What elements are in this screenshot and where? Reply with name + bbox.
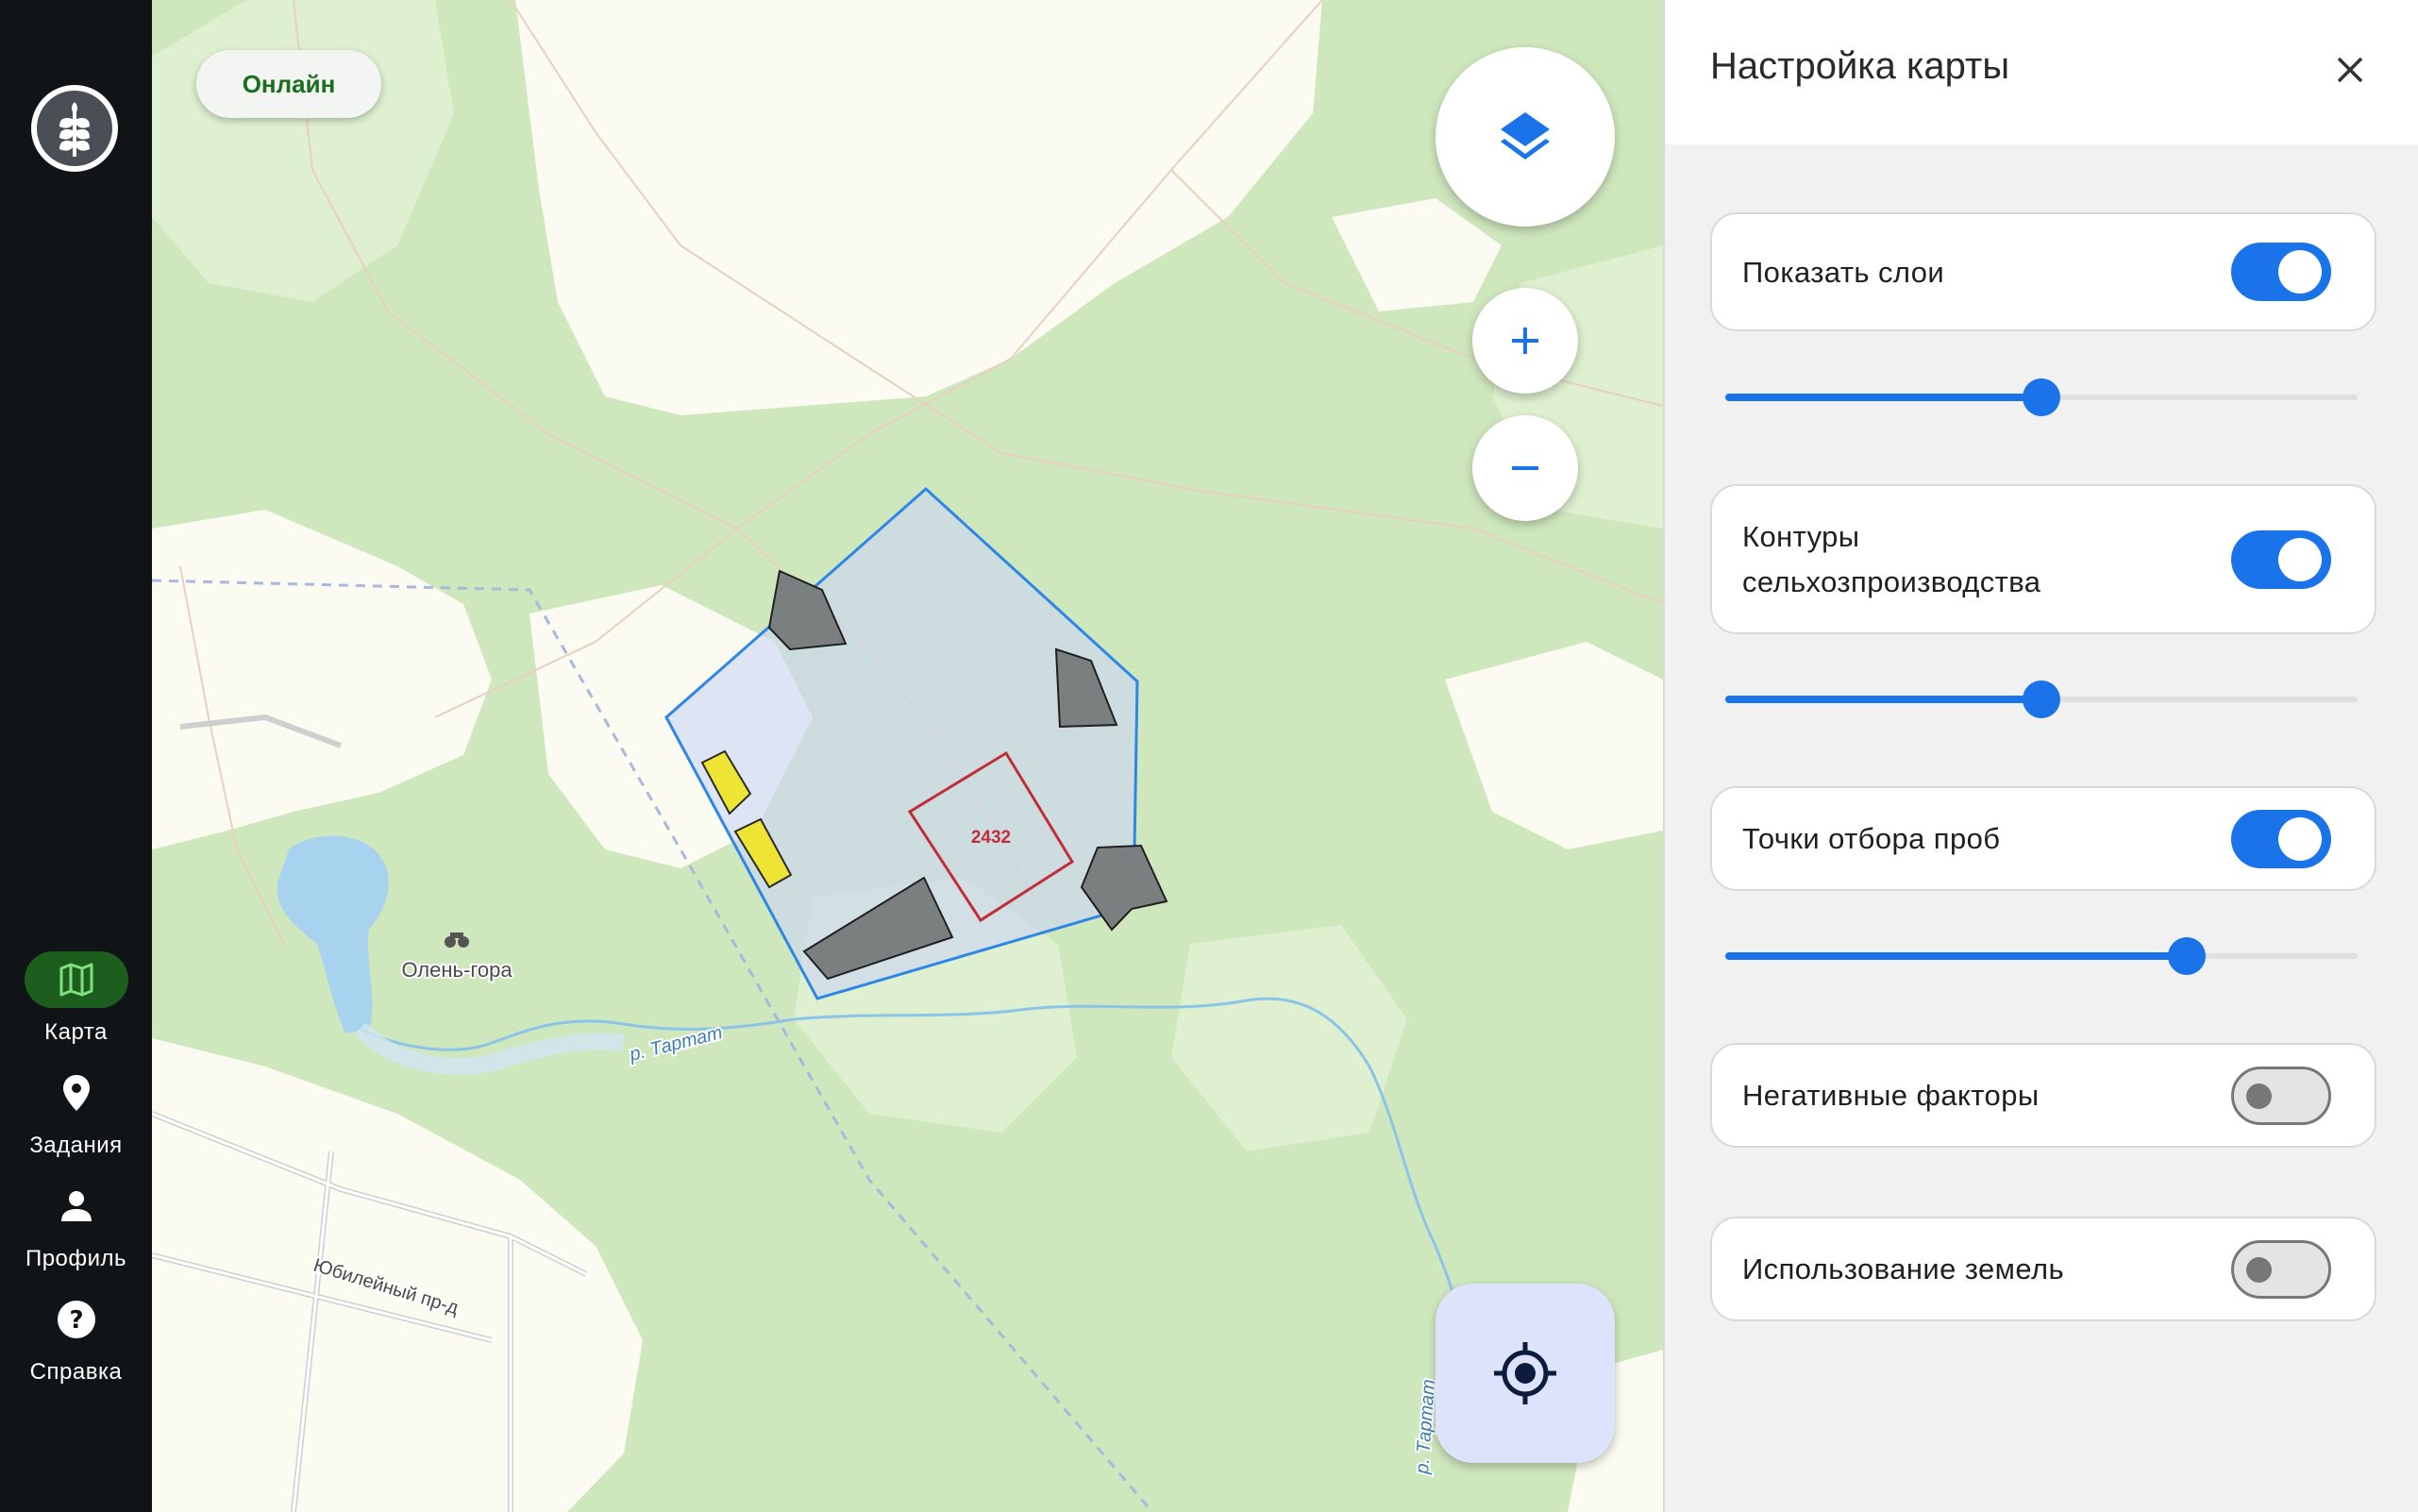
nav-item-help[interactable]: ? Справка (0, 1291, 152, 1386)
layer-label-line2: сельхозпроизводства (1742, 565, 2041, 598)
sampling-points-toggle[interactable] (2231, 810, 2331, 868)
nav-item-tasks[interactable]: Задания (0, 1065, 152, 1159)
map-icon (59, 963, 92, 997)
layer-label: Использование земель (1742, 1252, 2064, 1285)
navigation-rail: Карта Задания Профиль ? Справка (0, 0, 152, 1512)
show-layers-toggle[interactable] (2231, 243, 2331, 301)
wheat-logo (31, 85, 118, 172)
layer-label: Негативные факторы (1742, 1079, 2040, 1112)
layer-label: Показать слои (1742, 256, 1945, 289)
panel-title: Настройка карты (1710, 45, 2010, 87)
nav-label-map: Карта (44, 1019, 108, 1045)
nav-item-profile[interactable]: Профиль (0, 1178, 152, 1272)
agri-contours-toggle[interactable] (2231, 530, 2331, 589)
my-location-icon (1494, 1342, 1556, 1404)
zoom-out-button[interactable] (1472, 415, 1578, 521)
slider-thumb[interactable] (2168, 937, 2206, 975)
panel-header: Настройка карты (1665, 0, 2418, 144)
layers-button[interactable] (1436, 47, 1615, 227)
help-icon: ? (57, 1301, 95, 1338)
online-status-chip: Онлайн (196, 50, 381, 118)
close-button[interactable] (2324, 43, 2376, 96)
negative-factors-toggle[interactable] (2231, 1067, 2331, 1125)
map-settings-panel: Настройка карты Показать слои Контуры се… (1663, 0, 2418, 1512)
layers-icon (1501, 112, 1550, 160)
map-canvas: 2432 Олень-гора р. Тартат р. Тартат Юбил… (152, 0, 1663, 1512)
layer-card-land-use: Использование земель (1710, 1217, 2376, 1321)
layer-card-sampling-points: Точки отбора проб (1710, 786, 2376, 891)
lake (277, 835, 389, 1033)
my-location-button[interactable] (1436, 1284, 1615, 1463)
svg-text:?: ? (69, 1306, 83, 1335)
nav-label-help: Справка (29, 1359, 123, 1385)
nav-label-profile: Профиль (25, 1246, 127, 1271)
person-icon (60, 1191, 92, 1221)
nav-item-map[interactable]: Карта (0, 951, 152, 1046)
sampling-points-opacity-slider[interactable] (1725, 936, 2358, 975)
land-use-toggle[interactable] (2231, 1240, 2331, 1299)
plus-icon (1512, 328, 1538, 354)
close-icon (2337, 57, 2363, 83)
agri-contours-opacity-slider[interactable] (1725, 680, 2358, 718)
slider-thumb[interactable] (2023, 680, 2060, 718)
layer-label-line1: Контуры (1742, 520, 1860, 553)
layer-card-negative-factors: Негативные факторы (1710, 1043, 2376, 1148)
location-pin-icon (62, 1075, 90, 1111)
nav-label-tasks: Задания (29, 1133, 123, 1158)
slider-thumb[interactable] (2023, 378, 2060, 416)
field-number-label: 2432 (971, 828, 1011, 848)
zoom-in-button[interactable] (1472, 288, 1578, 394)
place-label: Олень-гора (401, 958, 512, 982)
minus-icon (1512, 466, 1538, 470)
layer-card-agri-contours: Контуры сельхозпроизводства (1710, 484, 2376, 634)
layer-card-show-layers: Показать слои (1710, 212, 2376, 331)
show-layers-opacity-slider[interactable] (1725, 378, 2358, 416)
layer-label: Точки отбора проб (1742, 822, 2001, 855)
map-view[interactable]: 2432 Олень-гора р. Тартат р. Тартат Юбил… (152, 0, 1663, 1512)
viewpoint-icon (445, 932, 469, 948)
